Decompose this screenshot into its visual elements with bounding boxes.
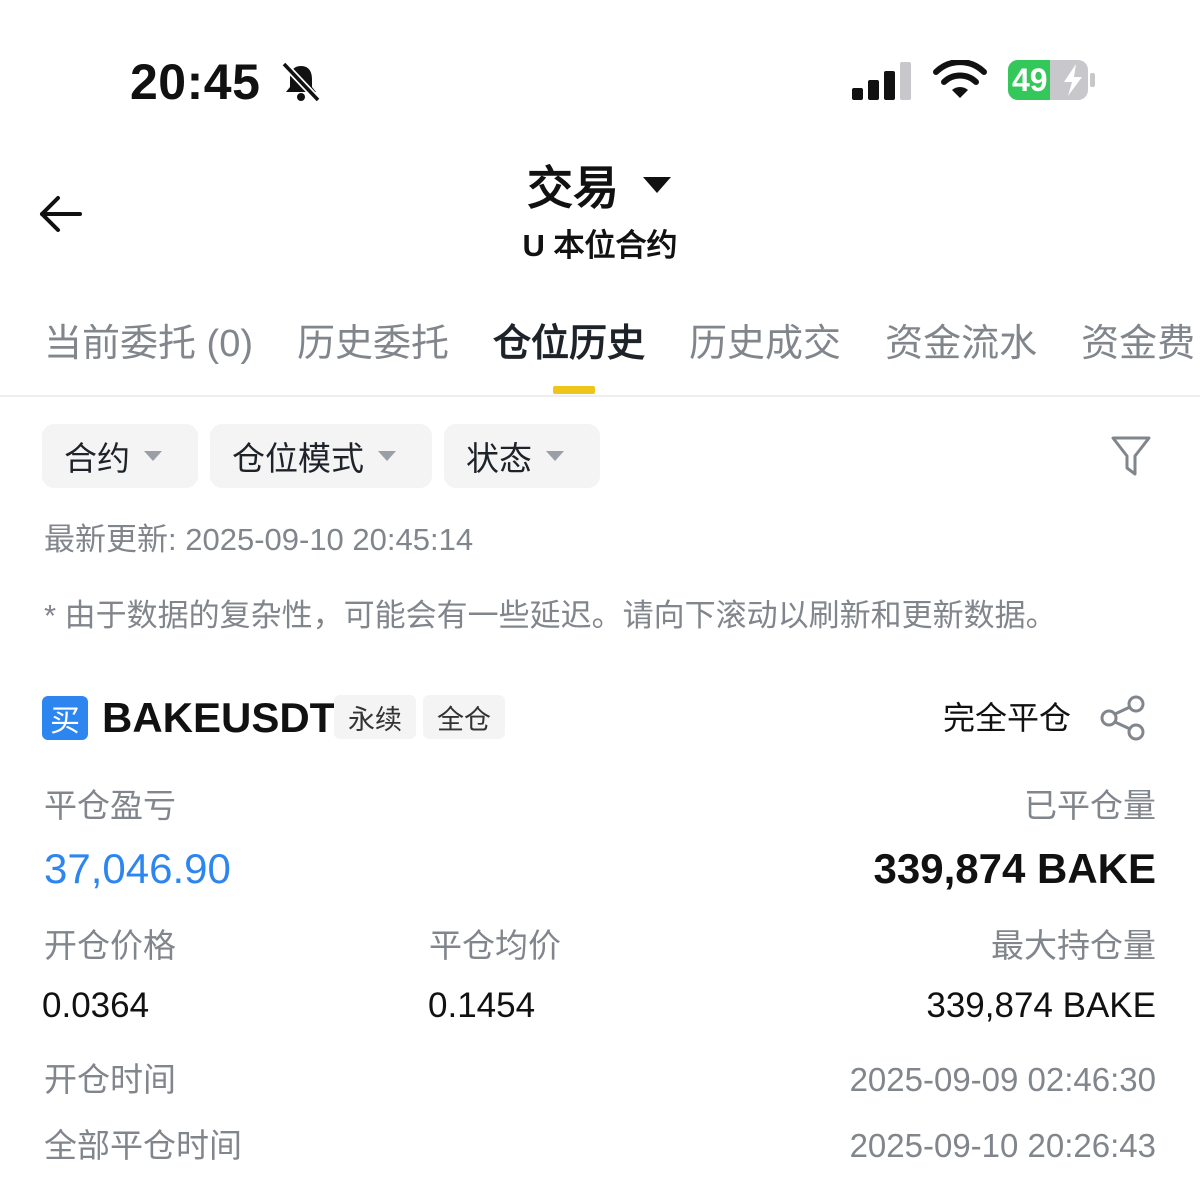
battery-charging-icon: 49 <box>1008 60 1096 100</box>
caret-down-icon <box>144 451 162 461</box>
close-time-value: 2025-09-10 20:26:43 <box>849 1127 1156 1164</box>
delay-note: * 由于数据的复杂性，可能会有一些延迟。请向下滚动以刷新和更新数据。 <box>44 598 1057 633</box>
pnl-value: 37,046.90 <box>44 845 231 892</box>
caret-down-icon <box>378 451 396 461</box>
open-time-value: 2025-09-09 02:46:30 <box>849 1061 1156 1098</box>
bell-slash-icon <box>281 61 321 103</box>
tab-order-history[interactable]: 历史委托 <box>297 316 449 376</box>
page-title-selector[interactable]: 交易 <box>0 150 1200 220</box>
tab-trade-history[interactable]: 历史成交 <box>689 316 841 376</box>
page-title: 交易 <box>527 162 619 214</box>
avg-close-price-value: 0.1454 <box>428 986 536 1025</box>
tab-open-orders[interactable]: 当前委托 (0) <box>44 316 253 376</box>
caret-down-icon <box>643 177 671 193</box>
open-price-value: 0.0364 <box>42 986 150 1025</box>
open-price-label: 开仓价格 <box>44 927 176 964</box>
closed-qty-value: 339,874 BAKE <box>873 845 1157 892</box>
side-badge: 买 <box>42 696 88 740</box>
filter-status[interactable]: 状态 <box>444 424 600 488</box>
avg-close-price-label: 平仓均价 <box>429 927 561 964</box>
tab-transaction-history[interactable]: 资金流水 <box>885 316 1037 376</box>
filter-position-mode-label: 仓位模式 <box>232 440 364 477</box>
filter-contract-label: 合约 <box>64 440 130 477</box>
pnl-label: 平仓盈亏 <box>44 787 176 824</box>
tab-funding-fee[interactable]: 资金费 <box>1081 316 1195 376</box>
tag-perpetual: 永续 <box>334 695 416 739</box>
close-time-label: 全部平仓时间 <box>44 1127 242 1164</box>
wifi-icon <box>933 60 987 98</box>
filter-position-mode[interactable]: 仓位模式 <box>210 424 432 488</box>
battery-level: 49 <box>1012 62 1048 98</box>
status-time: 20:45 <box>130 54 261 110</box>
tab-position-history[interactable]: 仓位历史 <box>493 316 645 376</box>
position-status: 完全平仓 <box>943 700 1072 736</box>
cellular-signal-icon <box>852 62 911 100</box>
open-time-label: 开仓时间 <box>44 1061 176 1098</box>
max-position-value: 339,874 BAKE <box>926 986 1156 1025</box>
caret-down-icon <box>546 451 564 461</box>
share-icon[interactable] <box>1098 694 1148 742</box>
position-symbol[interactable]: BAKEUSDT <box>102 692 335 744</box>
active-tab-indicator <box>553 386 595 394</box>
closed-qty-label: 已平仓量 <box>1024 787 1156 824</box>
last-updated: 最新更新: 2025-09-10 20:45:14 <box>44 522 474 557</box>
funnel-icon[interactable] <box>1110 434 1152 478</box>
tab-bar: 当前委托 (0) 历史委托 仓位历史 历史成交 资金流水 资金费 <box>44 316 1200 376</box>
tag-cross-margin: 全仓 <box>423 695 505 739</box>
filter-contract[interactable]: 合约 <box>42 424 198 488</box>
filter-status-label: 状态 <box>466 440 532 477</box>
page-subtitle: U 本位合约 <box>522 228 678 263</box>
max-position-label: 最大持仓量 <box>991 927 1156 964</box>
divider <box>0 395 1200 397</box>
